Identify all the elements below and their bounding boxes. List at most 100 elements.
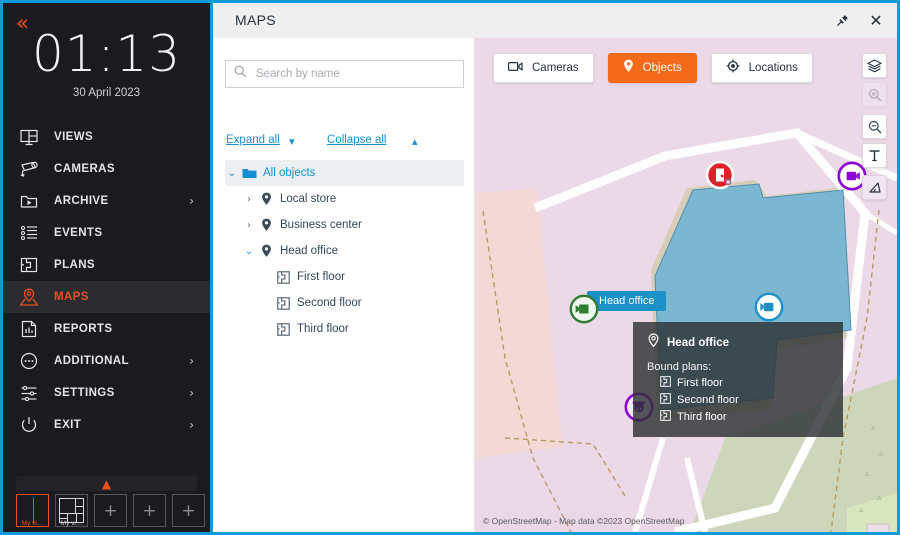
door-sensor-marker[interactable] xyxy=(705,160,739,199)
popup-plan-item[interactable]: First floor xyxy=(660,376,829,390)
tree-node-label: Third floor xyxy=(297,323,349,335)
chip-locations[interactable]: Locations xyxy=(710,53,813,83)
map-layer-chips: Cameras Objects Locations xyxy=(493,53,813,83)
popup-subtitle: Bound plans: xyxy=(647,361,712,373)
ellipsis-icon xyxy=(16,350,42,372)
view-thumbnail-add-2[interactable]: + xyxy=(133,494,166,527)
text-tool-icon[interactable] xyxy=(862,143,887,168)
tree-node-label: Second floor xyxy=(297,297,362,309)
chevron-up-icon[interactable]: ▴ xyxy=(412,135,418,148)
angle-tool-icon[interactable] xyxy=(862,175,887,200)
app-window: « 01:13 30 April 2023 VIEWS CAMERAS ARCH… xyxy=(0,0,900,535)
sidebar-item-label: VIEWS xyxy=(54,131,94,143)
sidebar-item-reports[interactable]: REPORTS xyxy=(3,313,210,345)
tree-node-second-floor[interactable]: Second floor xyxy=(225,290,464,316)
view-thumbnail-add-1[interactable]: + xyxy=(94,494,127,527)
target-icon xyxy=(726,59,740,78)
chip-objects[interactable]: Objects xyxy=(607,53,697,83)
clock-date: 30 April 2023 xyxy=(72,87,141,99)
maps-window: MAPS ✕ Expand all ▾ Collapse all ▴ xyxy=(213,3,897,532)
tree-node-label: All objects xyxy=(263,167,316,179)
folder-icon xyxy=(239,167,259,179)
tree-node-local-store[interactable]: › Local store xyxy=(225,186,464,212)
popup-plan-item[interactable]: Third floor xyxy=(660,410,829,424)
view-thumbnail-1[interactable]: My vi… xyxy=(16,494,49,527)
tree-node-business-center[interactable]: › Business center xyxy=(225,212,464,238)
archive-icon xyxy=(16,190,42,212)
tree-node-third-floor[interactable]: Third floor xyxy=(225,316,464,342)
popup-title: Head office xyxy=(667,337,729,349)
location-pin-outline-icon xyxy=(647,333,660,353)
chevron-right-icon: › xyxy=(189,194,194,208)
pin-icon[interactable] xyxy=(825,3,859,38)
chevron-down-icon[interactable]: ⌄ xyxy=(225,168,239,179)
chevron-down-icon[interactable]: ▾ xyxy=(289,135,295,148)
tree-node-first-floor[interactable]: First floor xyxy=(225,264,464,290)
sidebar-item-label: REPORTS xyxy=(54,323,113,335)
page-title: MAPS xyxy=(235,12,276,28)
objects-tree-panel: Expand all ▾ Collapse all ▴ ⌄ All object… xyxy=(213,38,475,532)
tree-node-head-office[interactable]: ⌄ Head office xyxy=(225,238,464,264)
camera-marker-green[interactable] xyxy=(568,293,600,330)
sidebar-item-cameras[interactable]: CAMERAS xyxy=(3,153,210,185)
chevron-right-icon: › xyxy=(189,386,194,400)
sidebar-item-label: CAMERAS xyxy=(54,163,115,175)
views-icon xyxy=(16,126,42,148)
search-input[interactable] xyxy=(254,67,463,81)
sidebar-item-label: EVENTS xyxy=(54,227,103,239)
window-titlebar: MAPS ✕ xyxy=(213,3,897,38)
chip-label: Cameras xyxy=(532,62,579,74)
settings-icon xyxy=(16,382,42,404)
maps-icon xyxy=(16,286,42,308)
sidebar-item-exit[interactable]: EXIT › xyxy=(3,409,210,441)
svg-text:▵: ▵ xyxy=(871,423,876,433)
objects-tree: ⌄ All objects › Local store › Business c… xyxy=(225,160,464,342)
svg-text:▵: ▵ xyxy=(865,469,870,479)
tree-node-label: Head office xyxy=(280,245,338,257)
views-expand-bar[interactable]: ▲ xyxy=(16,476,197,491)
sidebar-item-events[interactable]: EVENTS xyxy=(3,217,210,249)
layers-icon[interactable] xyxy=(862,53,887,78)
tree-node-all-objects[interactable]: ⌄ All objects xyxy=(225,160,464,186)
location-pin-icon xyxy=(256,218,276,232)
plan-icon xyxy=(273,270,293,284)
map-tools xyxy=(862,53,887,207)
zoom-out-icon[interactable] xyxy=(862,114,887,139)
sidebar-item-settings[interactable]: SETTINGS › xyxy=(3,377,210,409)
tree-node-label: Local store xyxy=(280,193,337,205)
view-thumbnail-2[interactable]: My vi… xyxy=(55,494,88,527)
svg-text:▵: ▵ xyxy=(877,493,882,503)
chevron-down-icon[interactable]: ⌄ xyxy=(242,246,256,257)
view-thumbnail-label: My vi… xyxy=(21,520,44,527)
chevron-right-icon[interactable]: › xyxy=(242,194,256,205)
sidebar-item-plans[interactable]: PLANS xyxy=(3,249,210,281)
sidebar-item-label: SETTINGS xyxy=(54,387,115,399)
search-box[interactable] xyxy=(225,60,464,88)
camera-icon xyxy=(16,158,42,180)
close-icon[interactable]: ✕ xyxy=(859,3,893,38)
sidebar-item-archive[interactable]: ARCHIVE › xyxy=(3,185,210,217)
chevron-up-icon: ▲ xyxy=(101,476,112,491)
collapse-all-link[interactable]: Collapse all xyxy=(327,134,386,146)
popup-plan-label: First floor xyxy=(677,377,723,389)
plan-icon xyxy=(660,393,671,407)
sidebar-item-maps[interactable]: MAPS xyxy=(3,281,210,313)
sidebar-item-label: PLANS xyxy=(54,259,95,271)
sidebar-item-label: ARCHIVE xyxy=(54,195,109,207)
view-thumbnail-label: My vi… xyxy=(60,520,83,527)
view-thumbnail-add-3[interactable]: + xyxy=(172,494,205,527)
clock-time: 01:13 xyxy=(31,25,182,83)
expand-all-link[interactable]: Expand all xyxy=(226,134,280,146)
map-canvas[interactable]: ▵ ▵ ▵ ▵ ▵ Cameras Objects Locations Head… xyxy=(475,38,897,532)
sidebar-item-additional[interactable]: ADDITIONAL › xyxy=(3,345,210,377)
video-camera-icon xyxy=(508,59,523,77)
plan-icon xyxy=(273,322,293,336)
chevron-right-icon[interactable]: › xyxy=(242,220,256,231)
popup-plan-item[interactable]: Second floor xyxy=(660,393,829,407)
search-icon xyxy=(226,65,247,83)
plus-icon: + xyxy=(181,500,196,521)
popup-header: Head office xyxy=(647,333,829,353)
sidebar-item-views[interactable]: VIEWS xyxy=(3,121,210,153)
power-icon xyxy=(16,414,42,436)
chip-cameras[interactable]: Cameras xyxy=(493,53,594,83)
